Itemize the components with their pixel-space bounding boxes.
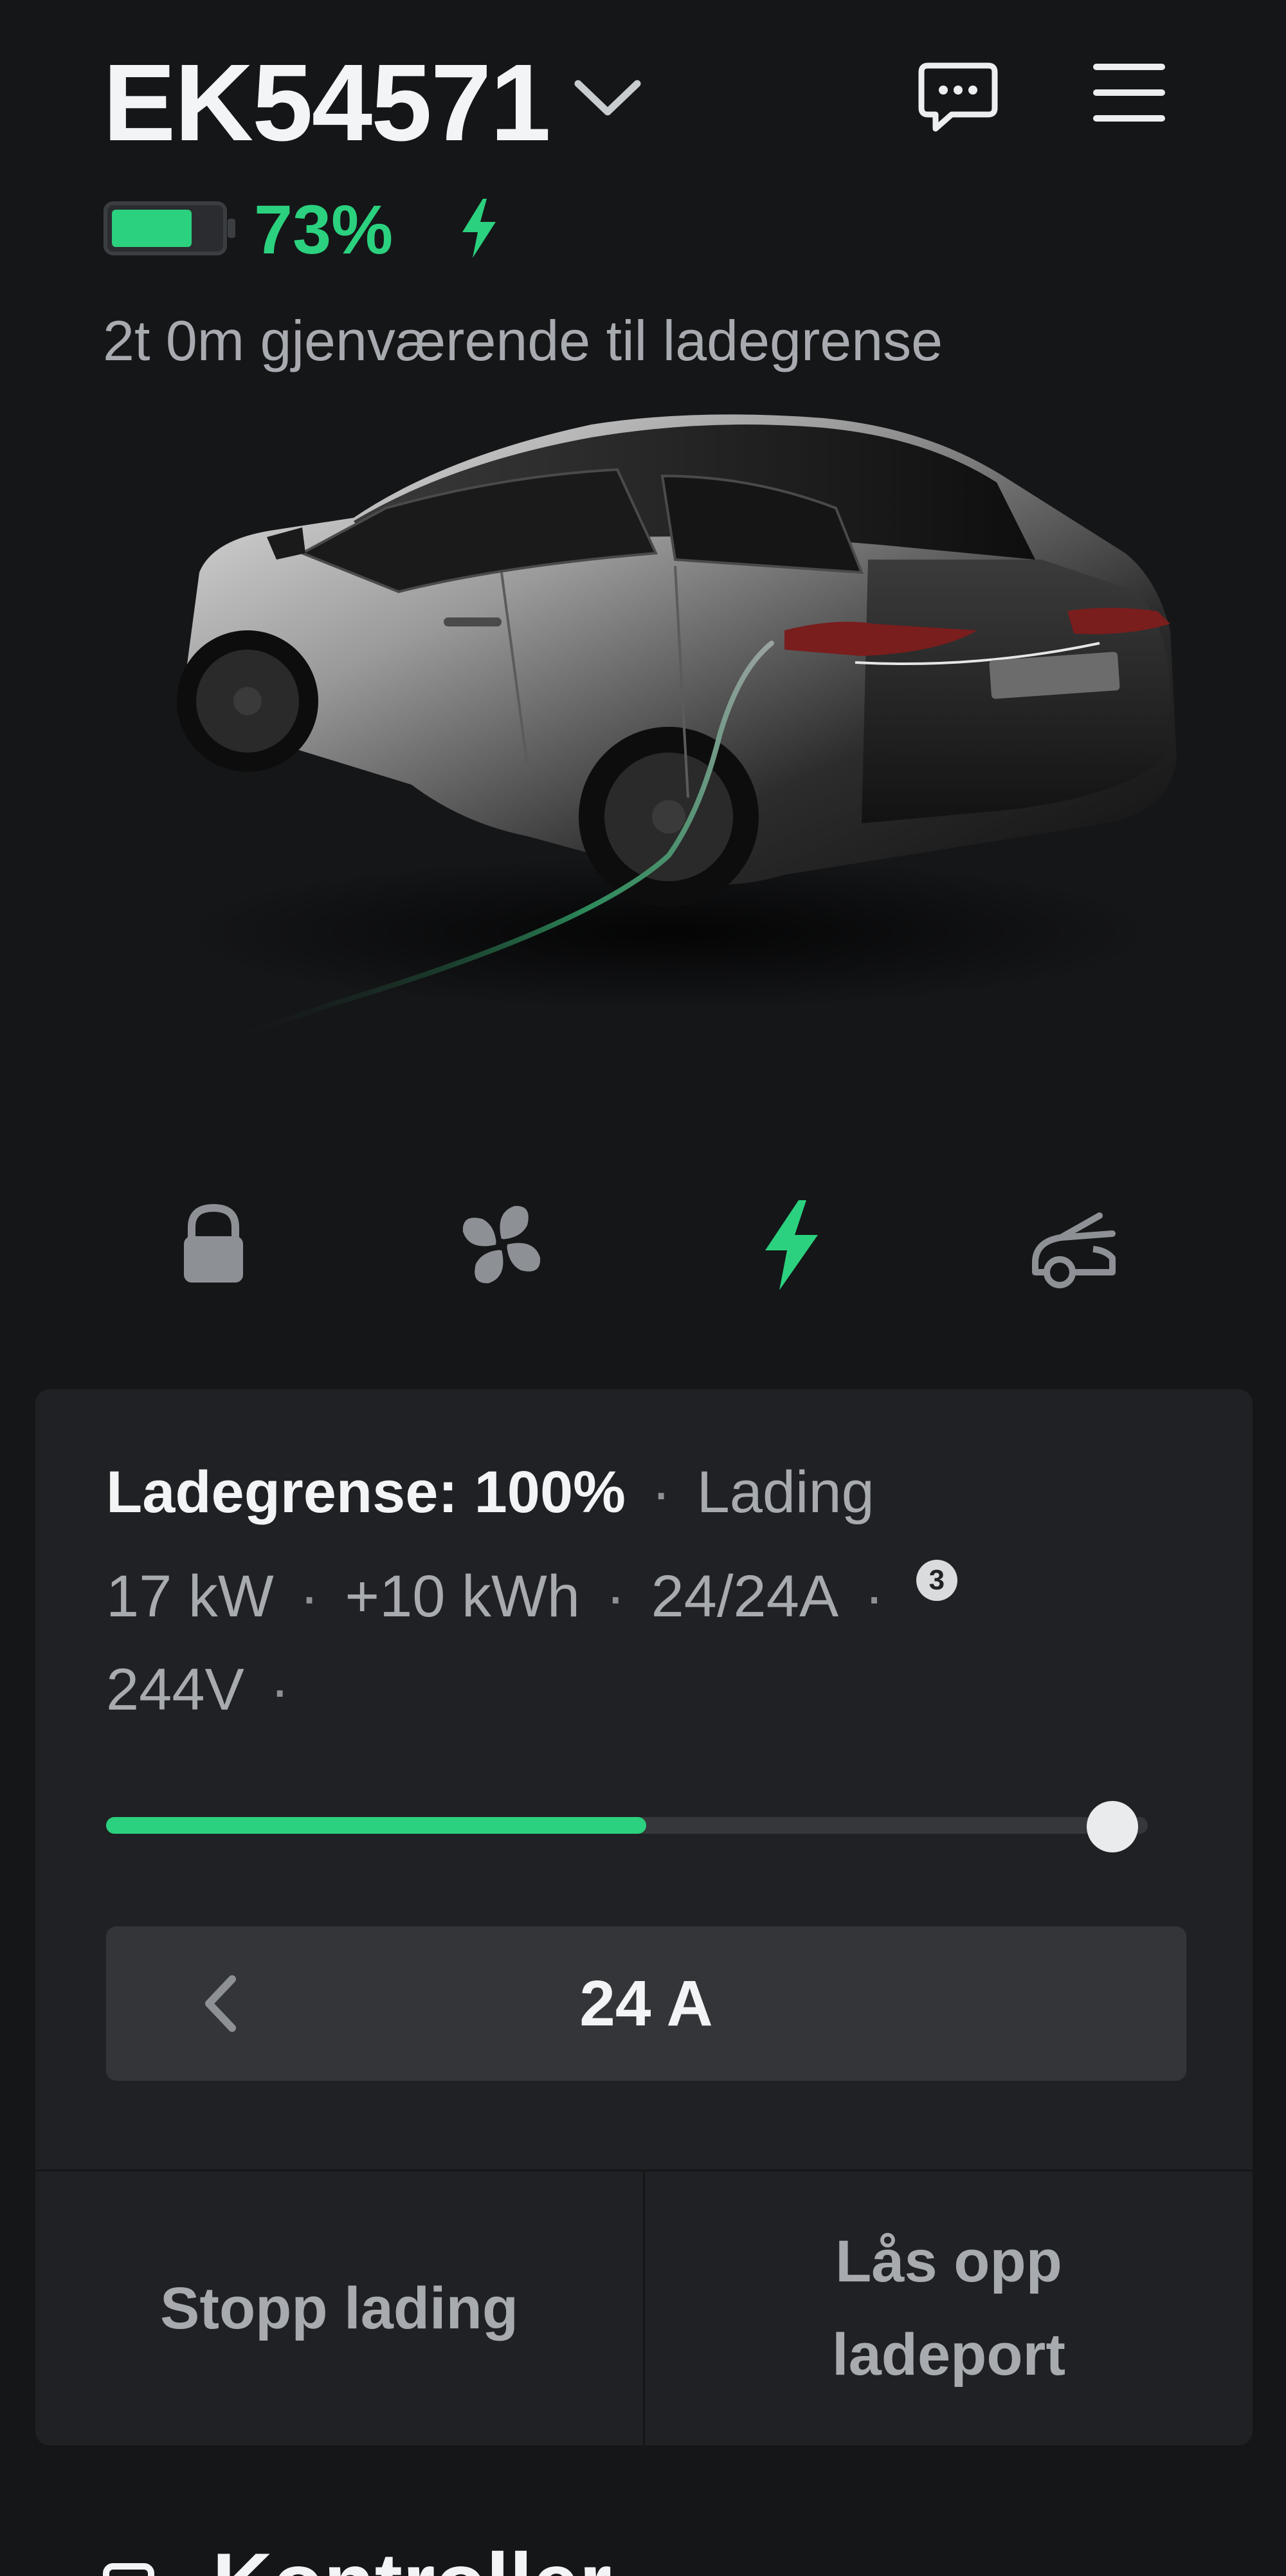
amperage-value: 24 A xyxy=(579,1968,713,2040)
info-badge[interactable]: 3 xyxy=(916,1560,957,1601)
charging-current: 24/24A xyxy=(651,1564,839,1629)
charging-power: 17 kW xyxy=(106,1564,274,1629)
separator-dot: · xyxy=(299,1564,320,1629)
energy-added: +10 kWh xyxy=(345,1564,580,1629)
chevron-down-icon[interactable] xyxy=(569,64,646,129)
charging-voltage: 244V xyxy=(106,1657,244,1722)
unlock-label-line1: Lås opp xyxy=(835,2229,1062,2294)
time-remaining-text: 2t 0m gjenværende til ladegrense xyxy=(103,309,943,372)
chat-icon[interactable] xyxy=(916,58,1000,135)
unlock-label-line2: ladeport xyxy=(832,2322,1065,2388)
battery-icon xyxy=(104,201,235,255)
charging-voltage-row: 244V · xyxy=(106,1647,316,1733)
battery-percentage: 73% xyxy=(254,190,394,268)
car-image xyxy=(177,414,1177,1045)
charge-limit-row[interactable]: Ladegrense: 100% · Lading xyxy=(106,1450,874,1534)
controls-icon xyxy=(103,2563,154,2576)
lock-icon[interactable] xyxy=(162,1196,265,1293)
stop-charging-button[interactable]: Stopp lading xyxy=(35,2171,643,2445)
separator-dot: · xyxy=(606,1564,626,1629)
charging-card: Ladegrense: 100% · Lading 17 kW · +10 kWh · 24… xyxy=(35,1389,1253,2445)
separator-dot: · xyxy=(651,1459,671,1525)
vehicle-name[interactable]: EK54571 xyxy=(103,39,551,167)
menu-icon[interactable] xyxy=(1087,55,1170,132)
trunk-open-icon[interactable] xyxy=(1022,1196,1125,1293)
fan-icon[interactable] xyxy=(450,1196,553,1293)
unlock-charge-port-button[interactable]: Lås opp ladeport xyxy=(645,2171,1253,2445)
charging-icon[interactable] xyxy=(739,1196,842,1293)
separator-dot: · xyxy=(269,1657,290,1722)
charging-bolt-icon xyxy=(462,199,496,258)
charging-status: Lading xyxy=(696,1459,874,1525)
charge-limit-slider-handle[interactable] xyxy=(1087,1801,1138,1852)
stop-charging-label: Stopp lading xyxy=(159,2275,519,2341)
charge-limit-slider-track[interactable] xyxy=(106,1817,1148,1834)
app-screen: EK54571 73% 2t 0m gjenværende til ladegr… xyxy=(0,0,1286,2576)
separator-dot: · xyxy=(864,1564,884,1629)
controls-section-title[interactable]: Kontroller xyxy=(212,2537,611,2576)
charge-limit-label: Ladegrense: 100% xyxy=(106,1459,626,1525)
charging-stats-row: 17 kW · +10 kWh · 24/24A · 3 xyxy=(106,1553,957,1640)
charge-level-fill xyxy=(106,1817,646,1834)
amperage-stepper: 24 A xyxy=(106,1926,1186,2081)
